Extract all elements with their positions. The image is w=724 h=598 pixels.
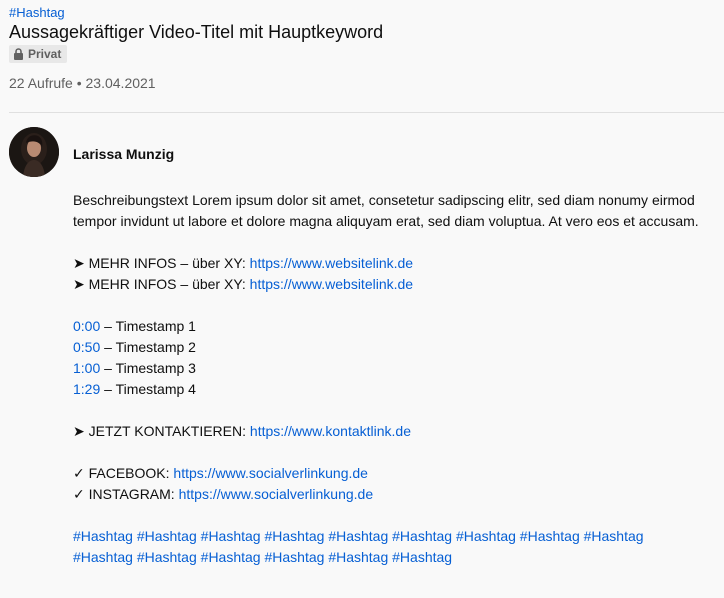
timestamp-line: 1:29 – Timestamp 4 <box>73 379 713 400</box>
contact-label: ➤ JETZT KONTAKTIEREN: <box>73 423 250 439</box>
hashtag-link[interactable]: #Hashtag <box>392 549 452 565</box>
hashtag-link[interactable]: #Hashtag <box>392 528 452 544</box>
timestamp-link[interactable]: 0:50 <box>73 339 100 355</box>
hashtag-link[interactable]: #Hashtag <box>137 528 197 544</box>
instagram-link[interactable]: https://www.socialverlinkung.de <box>179 486 374 502</box>
video-title: Aussagekräftiger Video-Titel mit Hauptke… <box>9 22 384 42</box>
timestamp-line: 0:00 – Timestamp 1 <box>73 316 713 337</box>
top-hashtag-link[interactable]: #Hashtag <box>9 5 65 20</box>
avatar[interactable] <box>9 127 59 177</box>
timestamp-label: – Timestamp 3 <box>100 360 196 376</box>
more-info-line: ➤ MEHR INFOS – über XY: https://www.webs… <box>73 253 713 274</box>
more-info-label: ➤ MEHR INFOS – über XY: <box>73 276 250 292</box>
hashtag-link[interactable]: #Hashtag <box>456 528 516 544</box>
more-info-label: ➤ MEHR INFOS – über XY: <box>73 255 250 271</box>
social-line: ✓ FACEBOOK: https://www.socialverlinkung… <box>73 463 713 484</box>
timestamp-link[interactable]: 1:29 <box>73 381 100 397</box>
hashtag-link[interactable]: #Hashtag <box>201 528 261 544</box>
hashtag-link[interactable]: #Hashtag <box>520 528 580 544</box>
website-link[interactable]: https://www.websitelink.de <box>250 255 413 271</box>
hashtag-row: #Hashtag #Hashtag #Hashtag #Hashtag #Has… <box>73 526 713 547</box>
video-description: Beschreibungstext Lorem ipsum dolor sit … <box>73 190 713 568</box>
upload-date: 23.04.2021 <box>85 75 156 91</box>
video-meta: 22 Aufrufe • 23.04.2021 <box>9 75 156 91</box>
timestamp-line: 1:00 – Timestamp 3 <box>73 358 713 379</box>
avatar-portrait-icon <box>9 127 59 177</box>
hashtag-link[interactable]: #Hashtag <box>73 549 133 565</box>
hashtag-link[interactable]: #Hashtag <box>201 549 261 565</box>
timestamp-label: – Timestamp 4 <box>100 381 196 397</box>
contact-line: ➤ JETZT KONTAKTIEREN: https://www.kontak… <box>73 421 713 442</box>
social-label: ✓ INSTAGRAM: <box>73 486 179 502</box>
channel-name[interactable]: Larissa Munzig <box>73 146 174 162</box>
facebook-link[interactable]: https://www.socialverlinkung.de <box>173 465 368 481</box>
timestamp-link[interactable]: 1:00 <box>73 360 100 376</box>
hashtag-link[interactable]: #Hashtag <box>584 528 644 544</box>
timestamp-link[interactable]: 0:00 <box>73 318 100 334</box>
meta-separator: • <box>76 75 82 91</box>
description-text: Beschreibungstext Lorem ipsum dolor sit … <box>73 192 699 229</box>
website-link[interactable]: https://www.websitelink.de <box>250 276 413 292</box>
privacy-badge: Privat <box>9 45 68 63</box>
lock-icon <box>14 48 23 60</box>
hashtag-link[interactable]: #Hashtag <box>73 528 133 544</box>
privacy-badge-label: Privat <box>28 47 62 61</box>
hashtag-link[interactable]: #Hashtag <box>328 528 388 544</box>
timestamp-line: 0:50 – Timestamp 2 <box>73 337 713 358</box>
divider <box>9 112 724 113</box>
hashtag-link[interactable]: #Hashtag <box>328 549 388 565</box>
view-count: 22 Aufrufe <box>9 75 73 91</box>
hashtag-link[interactable]: #Hashtag <box>137 549 197 565</box>
video-details: #Hashtag Aussagekräftiger Video-Titel mi… <box>0 0 724 598</box>
social-line: ✓ INSTAGRAM: https://www.socialverlinkun… <box>73 484 713 505</box>
hashtag-row: #Hashtag #Hashtag #Hashtag #Hashtag #Has… <box>73 547 713 568</box>
hashtag-link[interactable]: #Hashtag <box>264 549 324 565</box>
timestamp-label: – Timestamp 2 <box>100 339 196 355</box>
social-label: ✓ FACEBOOK: <box>73 465 174 481</box>
contact-link[interactable]: https://www.kontaktlink.de <box>250 423 411 439</box>
more-info-line: ➤ MEHR INFOS – über XY: https://www.webs… <box>73 274 713 295</box>
hashtag-link[interactable]: #Hashtag <box>264 528 324 544</box>
timestamp-label: – Timestamp 1 <box>100 318 196 334</box>
